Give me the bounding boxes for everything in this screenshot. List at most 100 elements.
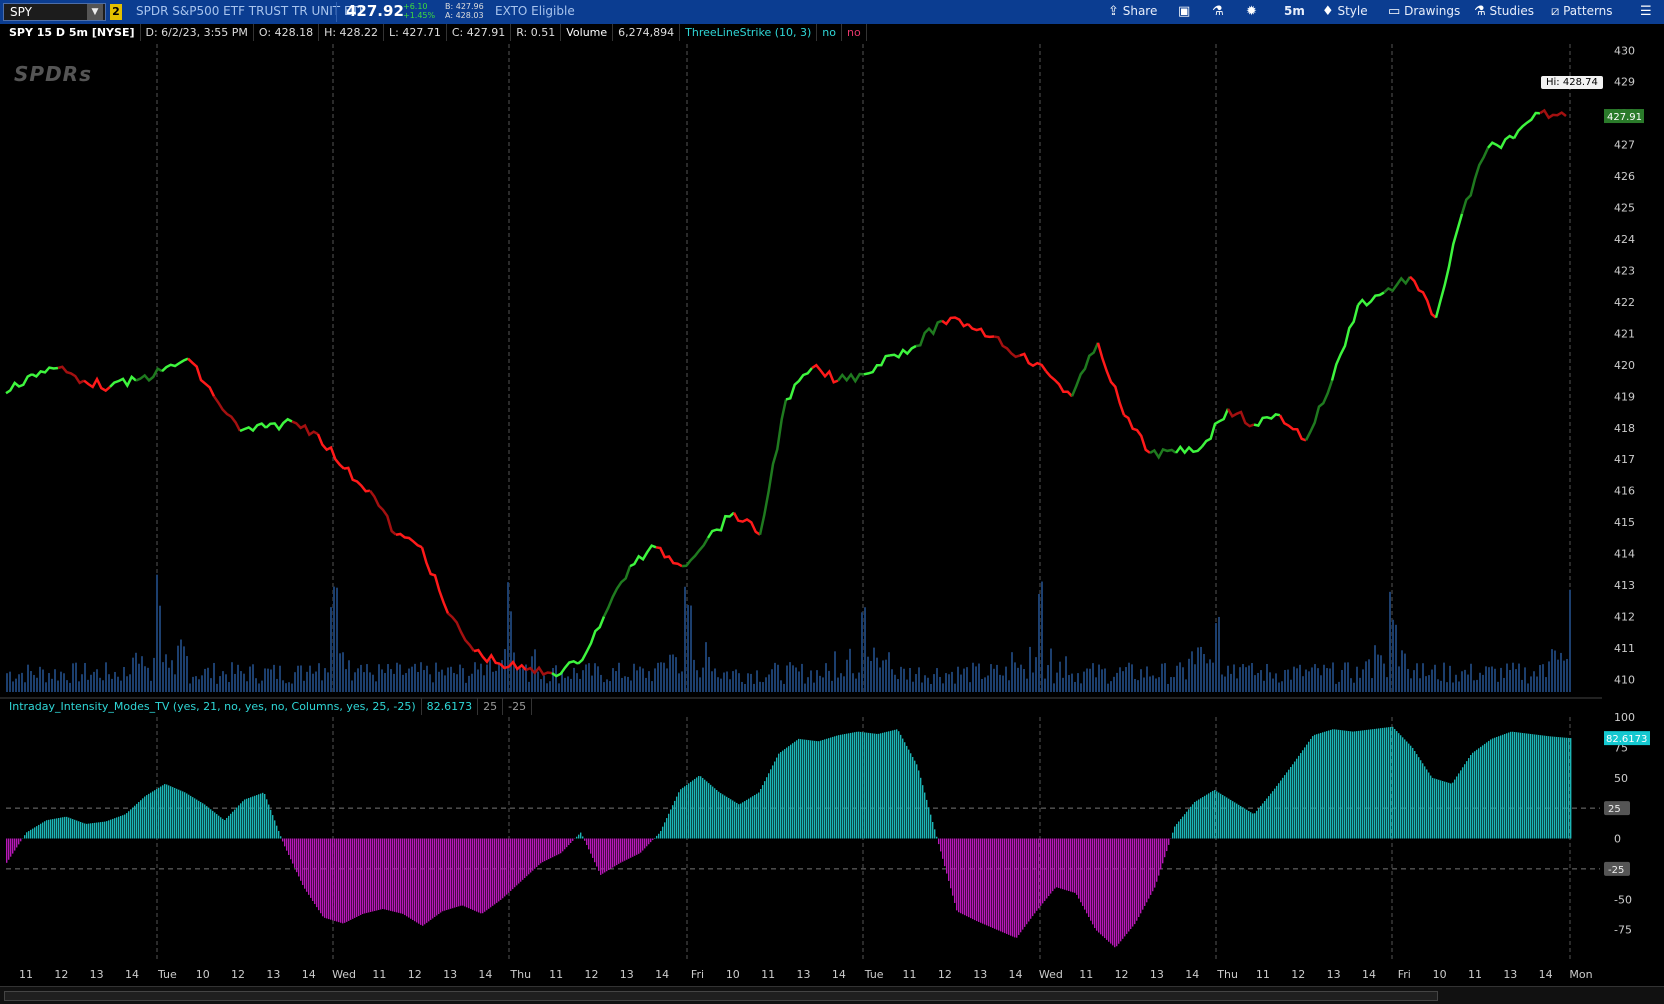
- volume-bar: [378, 664, 380, 692]
- volume-bar: [507, 582, 509, 692]
- oscillator-column: [1336, 729, 1338, 839]
- oscillator-column: [978, 838, 980, 922]
- volume-bar: [699, 677, 701, 692]
- volume-bar: [1182, 667, 1184, 692]
- volume-bar: [363, 672, 365, 692]
- volume-bar: [1401, 650, 1403, 692]
- volume-bar: [822, 677, 824, 692]
- oscillator-column: [1424, 766, 1426, 839]
- volume-bar: [1434, 664, 1436, 692]
- volume-bar: [12, 681, 14, 692]
- price-segment: [915, 319, 943, 348]
- oscillator-column: [1288, 769, 1290, 839]
- volume-bar: [96, 669, 98, 692]
- volume-bar: [1356, 666, 1358, 692]
- volume-bar: [306, 671, 308, 692]
- oscillator-column: [396, 838, 398, 913]
- price-tick-label: 423: [1614, 264, 1635, 277]
- oscillator-column: [914, 760, 916, 839]
- oscillator-column: [1196, 800, 1198, 839]
- oscillator-column: [362, 838, 364, 915]
- horizontal-scrollbar[interactable]: [0, 986, 1664, 1004]
- oscillator-column: [1342, 730, 1344, 839]
- volume-bar: [840, 673, 842, 692]
- oscillator-column: [116, 817, 118, 839]
- volume-bar: [528, 681, 530, 692]
- volume-bar: [369, 672, 371, 692]
- time-tick-label: 12: [584, 968, 598, 981]
- oscillator-column: [146, 795, 148, 839]
- oscillator-column: [1246, 809, 1248, 839]
- oscillator-column: [670, 809, 672, 839]
- volume-bar: [717, 677, 719, 692]
- volume-bar: [624, 676, 626, 692]
- oscillator-column: [1010, 838, 1012, 936]
- oscillator-column: [738, 804, 740, 839]
- oscillator-column: [1274, 788, 1276, 839]
- lower-study-label[interactable]: Intraday_Intensity_Modes_TV (yes, 21, no…: [4, 698, 422, 715]
- oscillator-column: [364, 838, 366, 914]
- oscillator-column: [416, 838, 418, 923]
- oscillator-column: [636, 838, 638, 855]
- volume-bar: [165, 654, 167, 692]
- volume-bar: [1104, 668, 1106, 692]
- volume-bar: [1116, 672, 1118, 692]
- volume-bar: [1206, 663, 1208, 692]
- time-tick-label: 14: [302, 968, 316, 981]
- volume-bar: [789, 662, 791, 692]
- oscillator-column: [1142, 838, 1144, 910]
- chart-canvas[interactable]: 410 411 412 413 414 415 416 417 418 419 420 421 422 4…: [0, 0, 1664, 986]
- volume-bar: [993, 668, 995, 692]
- volume-bar: [156, 574, 158, 692]
- volume-bar: [1125, 667, 1127, 692]
- oscillator-column: [202, 803, 204, 839]
- price-segment: [239, 422, 267, 433]
- oscillator-column: [1376, 728, 1378, 839]
- lower-lower-band: -25: [503, 698, 533, 715]
- time-tick-label: 14: [478, 968, 492, 981]
- oscillator-column: [872, 733, 874, 839]
- oscillator-column: [1368, 729, 1370, 839]
- volume-bar: [750, 673, 752, 692]
- price-segment: [368, 489, 397, 536]
- volume-bar: [1470, 663, 1472, 692]
- oscillator-column: [630, 838, 632, 858]
- oscillator-column: [1456, 776, 1458, 839]
- oscillator-column: [748, 798, 750, 839]
- volume-bar: [975, 666, 977, 692]
- time-tick-label: 12: [54, 968, 68, 981]
- time-tick-label: 11: [761, 968, 775, 981]
- volume-bar: [603, 682, 605, 692]
- volume-bar: [276, 678, 278, 692]
- oscillator-column: [316, 838, 318, 908]
- volume-bar: [105, 662, 107, 692]
- volume-bar: [396, 662, 398, 692]
- oscillator-column: [336, 838, 338, 922]
- oscillator-column: [1550, 736, 1552, 839]
- volume-bar: [39, 666, 41, 692]
- oscillator-column: [832, 736, 834, 839]
- volume-bar: [231, 662, 233, 692]
- oscillator-column: [1310, 738, 1312, 839]
- oscillator-column: [38, 824, 40, 839]
- oscillator-column: [1470, 755, 1472, 839]
- oscillator-column: [1162, 838, 1164, 864]
- oscillator-column: [1534, 734, 1536, 839]
- oscillator-column: [164, 784, 166, 839]
- volume-bar: [720, 678, 722, 692]
- oscillator-column: [1222, 795, 1224, 839]
- oscillator-column: [926, 799, 928, 839]
- oscillator-column: [1204, 795, 1206, 839]
- volume-bar: [651, 681, 653, 692]
- oscillator-column: [348, 838, 350, 921]
- oscillator-column: [376, 838, 378, 911]
- volume-bar: [981, 678, 983, 692]
- scroll-thumb[interactable]: [4, 991, 1438, 1001]
- oscillator-column: [12, 838, 14, 854]
- oscillator-column: [1390, 726, 1392, 839]
- oscillator-column: [712, 786, 714, 839]
- oscillator-column: [834, 736, 836, 839]
- volume-bar: [144, 666, 146, 692]
- oscillator-column: [866, 732, 868, 839]
- oscillator-column: [506, 838, 508, 895]
